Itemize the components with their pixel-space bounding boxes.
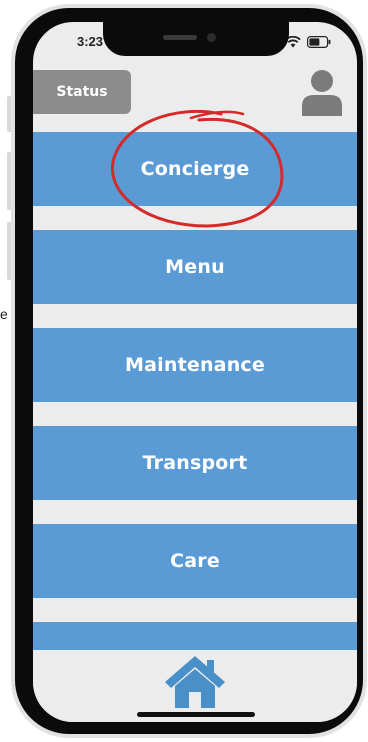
menu-item-care[interactable]: Care [33, 524, 357, 598]
menu-item-menu[interactable]: Menu [33, 230, 357, 304]
speaker-grille [163, 35, 197, 40]
status-button-label: Status [56, 84, 108, 100]
menu-item-partial[interactable] [33, 622, 357, 652]
notch [103, 22, 289, 56]
menu-item-label: Care [170, 550, 220, 572]
user-avatar-icon[interactable] [300, 68, 344, 116]
edge-text: e [0, 306, 8, 322]
menu-item-label: Maintenance [125, 354, 265, 376]
menu-item-transport[interactable]: Transport [33, 426, 357, 500]
phone-screen: 3:23 Status Concierge Menu Maintenance T… [33, 22, 357, 722]
menu-item-concierge[interactable]: Concierge [33, 132, 357, 206]
menu-item-label: Concierge [140, 158, 250, 180]
home-indicator [137, 712, 255, 717]
home-icon[interactable] [163, 654, 227, 708]
canvas: e 3:23 Status Concierge Menu Maintenance… [0, 0, 368, 742]
battery-icon [307, 36, 331, 48]
menu-item-label: Transport [142, 452, 248, 474]
front-camera [207, 33, 216, 42]
menu-item-label: Menu [165, 256, 225, 278]
menu-item-maintenance[interactable]: Maintenance [33, 328, 357, 402]
status-time: 3:23 [77, 34, 104, 49]
status-button[interactable]: Status [33, 70, 131, 114]
